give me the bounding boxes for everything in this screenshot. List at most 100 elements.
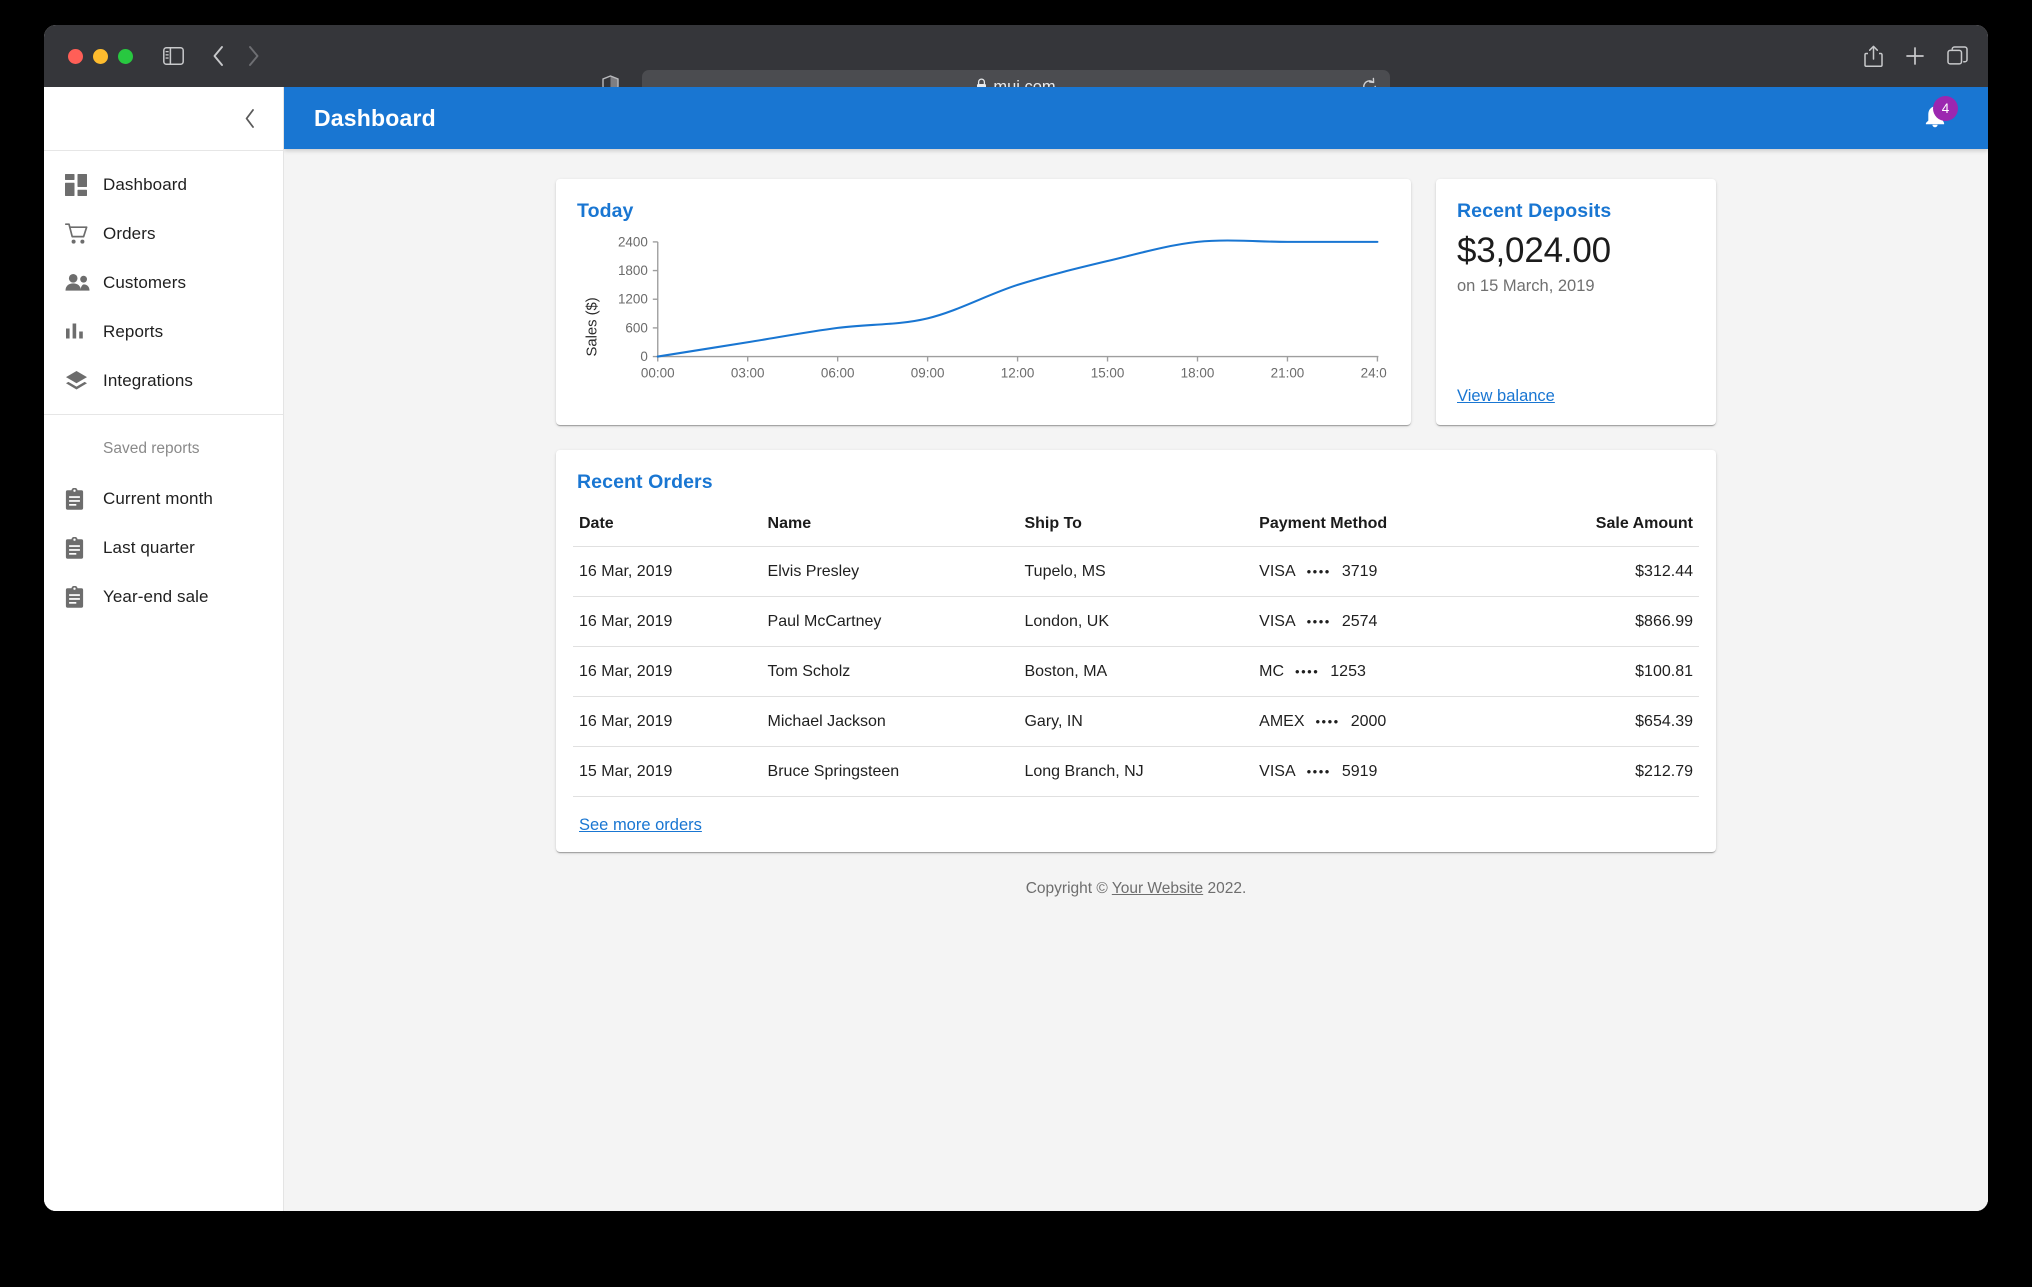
column-header-payment-method: Payment Method (1253, 507, 1503, 547)
table-row[interactable]: 16 Mar, 2019Paul McCartneyLondon, UKVISA… (573, 597, 1699, 647)
x-tick-label: 24:00 (1361, 365, 1387, 380)
back-button[interactable] (212, 45, 225, 67)
cell-ship-to: London, UK (1018, 597, 1253, 647)
sidebar-item-label: Reports (103, 322, 163, 342)
sidebar-item-label: Customers (103, 273, 186, 293)
card-last-four: 2000 (1351, 713, 1387, 731)
cell-date: 16 Mar, 2019 (573, 697, 762, 747)
footer-link[interactable]: Your Website (1112, 880, 1203, 897)
minimize-window-button[interactable] (93, 49, 108, 64)
see-more-row: See more orders (573, 797, 1699, 835)
collapse-drawer-button[interactable] (229, 98, 271, 140)
sidebar-item-customers[interactable]: Customers (44, 258, 283, 307)
app-bar: Dashboard 4 (284, 87, 1988, 149)
browser-toolbar: mui.com (44, 25, 1988, 87)
top-cards-row: Today Sales ($) 2400 1800 1200 600 0 (556, 179, 1716, 425)
cell-sale-amount: $100.81 (1504, 647, 1699, 697)
card-mask-dots: •••• (1307, 614, 1331, 629)
table-row[interactable]: 16 Mar, 2019Michael JacksonGary, INAMEX•… (573, 697, 1699, 747)
column-header-ship-to: Ship To (1018, 507, 1253, 547)
card-last-four: 1253 (1330, 663, 1366, 681)
x-tick-label: 18:00 (1181, 365, 1215, 380)
spacer (1457, 296, 1695, 387)
card-last-four: 3719 (1342, 563, 1378, 581)
sidebar-saved-reports: Saved reports Current month Last quarter (44, 415, 283, 630)
sidebar-item-dashboard[interactable]: Dashboard (44, 160, 283, 209)
cell-payment-method: MC •••• 1253 (1253, 647, 1503, 697)
sidebar-item-label: Orders (103, 224, 156, 244)
footer-suffix: 2022. (1203, 880, 1246, 897)
today-chart-card: Today Sales ($) 2400 1800 1200 600 0 (556, 179, 1411, 425)
y-tick-label: 2400 (618, 234, 648, 249)
card-last-four: 5919 (1342, 763, 1378, 781)
footer-copyright: Copyright © Your Website 2022. (556, 880, 1716, 898)
sidebar-item-label: Last quarter (103, 538, 195, 558)
assignment-icon (65, 586, 103, 608)
card-brand: MC (1259, 663, 1284, 681)
view-balance-link[interactable]: View balance (1457, 387, 1555, 406)
cell-payment-method: VISA••••2574 (1253, 597, 1503, 647)
sidebar-header (44, 87, 283, 151)
sales-line-chart: Sales ($) 2400 1800 1200 600 0 (577, 233, 1387, 406)
orders-table: Date Name Ship To Payment Method Sale Am… (573, 507, 1699, 797)
cell-payment-method: VISA••••3719 (1253, 547, 1503, 597)
card-mask-dots: •••• (1316, 714, 1340, 729)
assignment-icon (65, 488, 103, 510)
card-brand: VISA (1259, 563, 1295, 581)
orders-table-head: Date Name Ship To Payment Method Sale Am… (573, 507, 1699, 547)
sidebar-item-year-end-sale[interactable]: Year-end sale (44, 572, 283, 621)
dashboard-icon (65, 174, 103, 196)
x-tick-label: 15:00 (1091, 365, 1125, 380)
new-tab-icon[interactable] (1905, 46, 1925, 66)
tabs-overview-icon[interactable] (1947, 46, 1968, 67)
cell-date: 16 Mar, 2019 (573, 597, 762, 647)
cell-date: 16 Mar, 2019 (573, 547, 762, 597)
cell-payment-method: AMEX••••2000 (1253, 697, 1503, 747)
sidebar-item-label: Current month (103, 489, 213, 509)
y-tick-label: 0 (640, 349, 647, 364)
sidebar-item-current-month[interactable]: Current month (44, 474, 283, 523)
sidebar-item-label: Integrations (103, 371, 193, 391)
x-tick-label: 06:00 (821, 365, 855, 380)
share-icon[interactable] (1864, 45, 1883, 68)
cell-sale-amount: $312.44 (1504, 547, 1699, 597)
close-window-button[interactable] (68, 49, 83, 64)
cell-sale-amount: $866.99 (1504, 597, 1699, 647)
sidebar-item-last-quarter[interactable]: Last quarter (44, 523, 283, 572)
sales-series-line (658, 240, 1378, 356)
table-row[interactable]: 16 Mar, 2019Tom ScholzBoston, MAMC••••12… (573, 647, 1699, 697)
sidebar-item-integrations[interactable]: Integrations (44, 356, 283, 405)
main-region: Dashboard 4 Today (284, 87, 1988, 1211)
cell-name: Elvis Presley (762, 547, 1019, 597)
y-tick-label: 1800 (618, 263, 648, 278)
content-scroll-area[interactable]: Today Sales ($) 2400 1800 1200 600 0 (284, 149, 1988, 1211)
card-mask-dots: •••• (1307, 764, 1331, 779)
forward-button[interactable] (247, 45, 260, 67)
chart-title: Today (577, 200, 1390, 223)
table-header-row: Date Name Ship To Payment Method Sale Am… (573, 507, 1699, 547)
layers-icon (65, 370, 103, 391)
table-row[interactable]: 15 Mar, 2019Bruce SpringsteenLong Branch… (573, 747, 1699, 797)
cell-sale-amount: $212.79 (1504, 747, 1699, 797)
notifications-button[interactable]: 4 (1912, 95, 1958, 141)
sidebar-item-label: Year-end sale (103, 587, 209, 607)
sidebar-toggle-icon[interactable] (163, 47, 184, 65)
cell-date: 16 Mar, 2019 (573, 647, 762, 697)
assignment-icon (65, 537, 103, 559)
deposit-date: on 15 March, 2019 (1457, 277, 1695, 296)
cell-name: Paul McCartney (762, 597, 1019, 647)
table-row[interactable]: 16 Mar, 2019Elvis PresleyTupelo, MSVISA•… (573, 547, 1699, 597)
notification-badge: 4 (1933, 96, 1958, 121)
footer-prefix: Copyright © (1026, 880, 1112, 897)
orders-title: Recent Orders (577, 471, 1699, 494)
page-title: Dashboard (314, 105, 436, 132)
see-more-orders-link[interactable]: See more orders (579, 816, 702, 834)
maximize-window-button[interactable] (118, 49, 133, 64)
sidebar-item-orders[interactable]: Orders (44, 209, 283, 258)
card-mask-dots: •••• (1295, 664, 1319, 679)
cell-ship-to: Boston, MA (1018, 647, 1253, 697)
sidebar-item-reports[interactable]: Reports (44, 307, 283, 356)
card-last-four: 2574 (1342, 613, 1378, 631)
page-viewport: Dashboard Orders Customers (44, 87, 1988, 1211)
chevron-left-icon (244, 108, 257, 129)
